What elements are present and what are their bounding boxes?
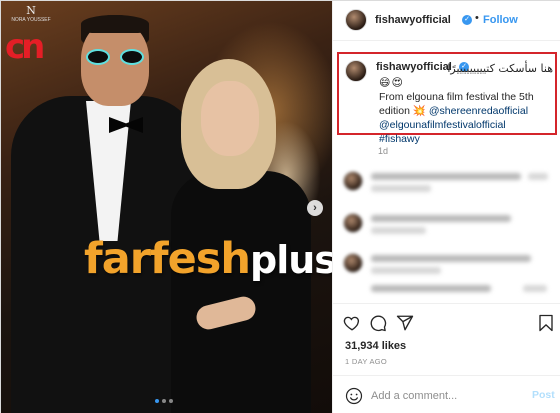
monogram-caption: NORA YOUSSEF xyxy=(11,17,51,23)
caption-arabic-text: هنا سأسكت كتيييييييييرًا xyxy=(447,62,553,75)
blurred-comment xyxy=(343,213,557,234)
cn-logo: cn xyxy=(5,27,45,67)
carousel-dot xyxy=(155,399,159,403)
nora-youssef-watermark: N NORA YOUSSEF xyxy=(11,5,51,27)
follow-button[interactable]: Follow xyxy=(483,14,518,26)
avatar xyxy=(343,171,363,191)
comment-icon[interactable] xyxy=(369,314,387,332)
blurred-comment xyxy=(343,253,557,274)
caption-age: 1d xyxy=(378,146,389,156)
smiley-icon[interactable] xyxy=(345,387,363,405)
mention-link[interactable]: @shereenredaofficial xyxy=(429,105,528,117)
caption-line: edition xyxy=(379,105,410,117)
instagram-post-embed: N NORA YOUSSEF cn › farfeshplus.com fish… xyxy=(0,0,560,413)
monogram: N xyxy=(26,4,36,17)
caption-body: From elgouna film festival the 5th editi… xyxy=(379,90,555,146)
explosion-emoji: 💥 xyxy=(412,105,426,117)
woman-face xyxy=(201,81,259,156)
carousel-dot xyxy=(169,399,173,403)
carousel-next-button[interactable]: › xyxy=(307,200,323,216)
blurred-comment xyxy=(343,283,557,303)
post-age[interactable]: 1 DAY AGO xyxy=(345,357,387,366)
comment-input[interactable] xyxy=(371,388,521,404)
caption-highlight: fishawyofficial ✓ هنا سأسكت كتييييييييير… xyxy=(337,52,557,145)
caption-emojis: 😄😍 xyxy=(379,77,404,89)
avatar[interactable] xyxy=(345,60,367,82)
post-button[interactable]: Post xyxy=(532,389,555,401)
post-sidebar: fishawyofficial ✓ • Follow fishawyoffici… xyxy=(332,1,560,413)
bookmark-icon[interactable] xyxy=(537,314,555,332)
separator-dot: • xyxy=(475,12,479,24)
post-photo[interactable]: N NORA YOUSSEF cn › xyxy=(1,1,332,413)
add-comment-bar: Post xyxy=(333,375,560,413)
caption-line: From elgouna film festival the 5th xyxy=(379,91,534,103)
blurred-comment xyxy=(343,171,557,192)
likes-count[interactable]: 31,934 likes xyxy=(345,340,406,352)
mention-link[interactable]: @elgounafilmfestivalofficial xyxy=(379,119,506,131)
man-hair-top xyxy=(81,15,149,33)
hashtag-link[interactable]: #fishawy xyxy=(379,133,420,145)
verified-badge-icon: ✓ xyxy=(462,15,472,25)
avatar xyxy=(343,253,363,273)
carousel-dot xyxy=(162,399,166,403)
avatar[interactable] xyxy=(345,9,367,31)
sunglasses xyxy=(86,49,146,65)
post-header: fishawyofficial ✓ • Follow xyxy=(333,1,560,41)
heart-icon[interactable] xyxy=(343,314,361,332)
chevron-right-icon: › xyxy=(313,202,317,214)
carousel-dots xyxy=(155,399,179,404)
action-bar xyxy=(333,303,560,337)
username-link[interactable]: fishawyofficial xyxy=(375,14,451,26)
share-icon[interactable] xyxy=(396,314,414,332)
avatar xyxy=(343,213,363,233)
woman-dress xyxy=(171,171,311,413)
